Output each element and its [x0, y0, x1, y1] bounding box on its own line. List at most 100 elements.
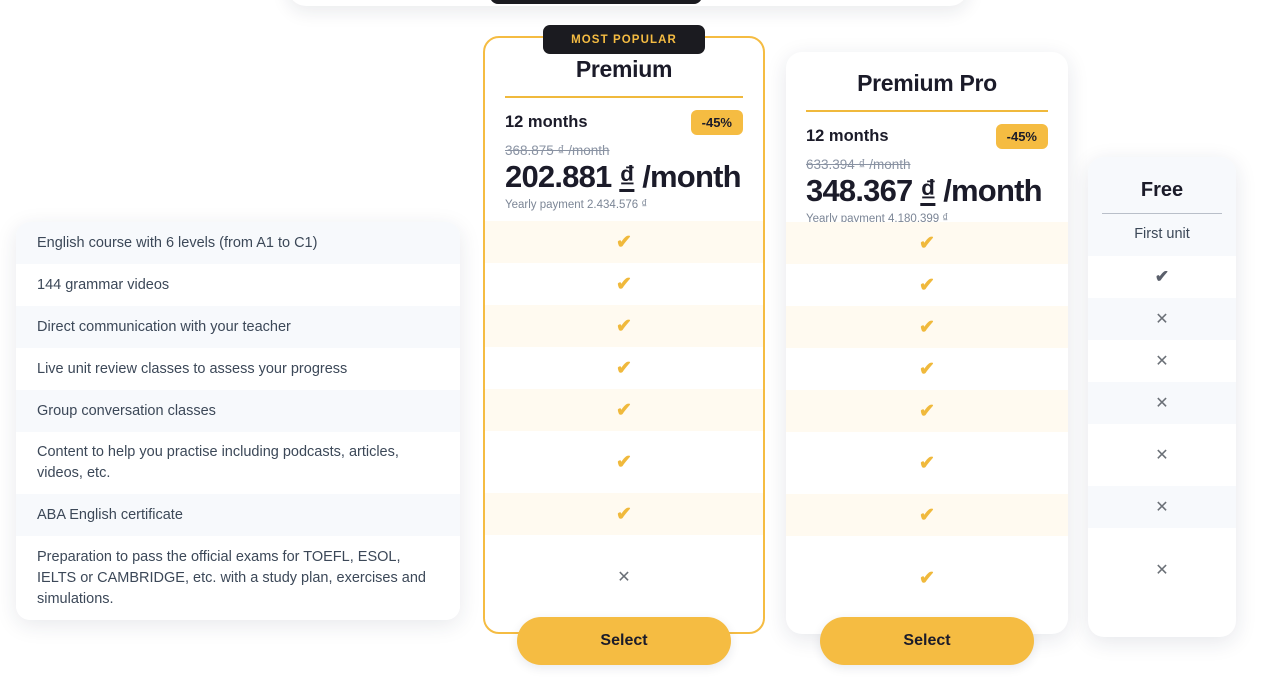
cross-icon: ✕ [1155, 499, 1169, 516]
premium-plan-title: Premium [575, 56, 673, 82]
premium-old-price: 368.875 ₫ /month [505, 142, 610, 158]
plan-card-premium-pro[interactable]: Premium Pro 12 months -45% 633.394 ₫ /mo… [786, 52, 1068, 634]
feature-label: Live unit review classes to assess your … [37, 360, 348, 377]
check-icon: ✔ [616, 451, 632, 473]
value-cell: ✔ [786, 536, 1068, 620]
cross-icon: ✕ [1155, 311, 1169, 328]
check-icon: ✔ [616, 357, 632, 379]
value-cell: ✔ [786, 264, 1068, 306]
most-popular-badge: MOST POPULAR [543, 25, 705, 54]
pro-value-column: ✔ ✔ ✔ ✔ ✔ ✔ ✔ ✔ [786, 222, 1068, 620]
free-value-column: First unit ✔ ✕ ✕ ✕ ✕ ✕ ✕ [1088, 214, 1236, 612]
pro-price-period: /month [943, 172, 1042, 208]
value-cell: ✔ [485, 493, 763, 535]
feature-label: Preparation to pass the official exams f… [37, 548, 426, 607]
feature-label: 144 grammar videos [37, 276, 170, 293]
cross-icon: ✕ [1155, 395, 1169, 412]
value-cell: ✕ [1088, 340, 1236, 382]
value-cell: ✔ [485, 263, 763, 305]
value-cell: ✔ [485, 431, 763, 493]
plan-card-premium[interactable]: Premium 12 months -45% 368.875 ₫ /month … [483, 36, 765, 634]
value-cell: ✔ [786, 306, 1068, 348]
premium-term-line: 12 months -45% [505, 109, 743, 135]
pro-price-block: 12 months -45% 633.394 ₫ /month 348.367 … [786, 112, 1068, 225]
feature-list-panel: English course with 6 levels (from A1 to… [16, 222, 460, 620]
feature-label: ABA English certificate [37, 506, 183, 523]
check-icon: ✔ [919, 452, 935, 474]
check-icon: ✔ [919, 274, 935, 296]
free-card-header: Free [1088, 157, 1236, 214]
feature-label: Content to help you practise including p… [37, 444, 399, 481]
premium-discount-badge: -45% [690, 109, 743, 135]
pricing-comparison-page: MOST POPULAR English course with 6 level… [0, 0, 1283, 682]
value-cell: ✕ [1088, 486, 1236, 528]
select-button-premium[interactable]: Select [517, 617, 731, 665]
value-cell: ✔ [485, 221, 763, 263]
value-cell: ✔ [786, 222, 1068, 264]
check-icon: ✔ [616, 273, 632, 295]
value-cell: ✕ [485, 535, 763, 619]
free-plan-title: Free [1140, 179, 1184, 201]
check-icon: ✔ [919, 567, 935, 589]
check-icon: ✔ [616, 315, 632, 337]
value-cell: ✔ [485, 305, 763, 347]
value-cell: ✔ [786, 348, 1068, 390]
feature-label: English course with 6 levels (from A1 to… [37, 234, 318, 251]
premium-value-column: ✔ ✔ ✔ ✔ ✔ ✔ ✔ ✕ [485, 221, 763, 619]
pro-main-price: 348.367 ₫ /month [806, 173, 1048, 209]
value-cell: ✔ [786, 390, 1068, 432]
feature-label: Direct communication with your teacher [37, 318, 291, 335]
premium-main-price: 202.881 ₫ /month [505, 159, 743, 195]
value-cell: ✕ [1088, 528, 1236, 612]
cross-icon: ✕ [1155, 353, 1169, 370]
pro-price-currency: ₫ [920, 172, 936, 208]
select-button-premium-pro[interactable]: Select [820, 617, 1034, 665]
value-cell: ✔ [1088, 256, 1236, 298]
pro-term-label: 12 months [806, 126, 889, 145]
value-cell: First unit [1088, 214, 1236, 256]
check-icon: ✔ [616, 399, 632, 421]
feature-row: Live unit review classes to assess your … [16, 348, 460, 390]
check-icon: ✔ [1154, 267, 1170, 286]
premium-price-currency: ₫ [619, 158, 635, 194]
check-icon: ✔ [616, 503, 632, 525]
premium-price-block: 12 months -45% 368.875 ₫ /month 202.881 … [485, 98, 763, 211]
pro-price-amount: 348.367 [806, 172, 913, 208]
feature-row: Group conversation classes [16, 390, 460, 432]
pro-discount-badge: -45% [995, 123, 1048, 149]
check-icon: ✔ [919, 316, 935, 338]
plan-card-free[interactable]: Free First unit ✔ ✕ ✕ ✕ ✕ ✕ ✕ [1088, 157, 1236, 637]
value-cell: ✕ [1088, 298, 1236, 340]
check-icon: ✔ [616, 231, 632, 253]
value-cell: ✕ [1088, 424, 1236, 486]
value-cell: ✔ [485, 389, 763, 431]
feature-row: ABA English certificate [16, 494, 460, 536]
cross-icon: ✕ [617, 569, 631, 586]
premium-term-label: 12 months [505, 112, 588, 131]
pro-plan-title: Premium Pro [857, 70, 997, 96]
premium-price-period: /month [642, 158, 741, 194]
cross-icon: ✕ [1155, 447, 1169, 464]
pro-card-header: Premium Pro [786, 52, 1068, 112]
check-icon: ✔ [919, 504, 935, 526]
cross-icon: ✕ [1155, 562, 1169, 579]
check-icon: ✔ [919, 400, 935, 422]
feature-row: Content to help you practise including p… [16, 432, 460, 494]
feature-row: English course with 6 levels (from A1 to… [16, 222, 460, 264]
pro-term-line: 12 months -45% [806, 123, 1048, 149]
free-first-unit-label: First unit [1134, 226, 1190, 242]
value-cell: ✔ [485, 347, 763, 389]
feature-row: 144 grammar videos [16, 264, 460, 306]
most-popular-badge-label: MOST POPULAR [571, 33, 677, 46]
check-icon: ✔ [919, 358, 935, 380]
value-cell: ✔ [786, 432, 1068, 494]
value-cell: ✕ [1088, 382, 1236, 424]
check-icon: ✔ [919, 232, 935, 254]
feature-label: Group conversation classes [37, 402, 216, 419]
pro-old-price: 633.394 ₫ /month [806, 156, 911, 172]
premium-price-amount: 202.881 [505, 158, 612, 194]
feature-row: Preparation to pass the official exams f… [16, 536, 460, 620]
cut-off-most-popular-badge [490, 0, 702, 4]
premium-yearly-payment: Yearly payment 2.434.576 ₫ [505, 198, 648, 211]
value-cell: ✔ [786, 494, 1068, 536]
